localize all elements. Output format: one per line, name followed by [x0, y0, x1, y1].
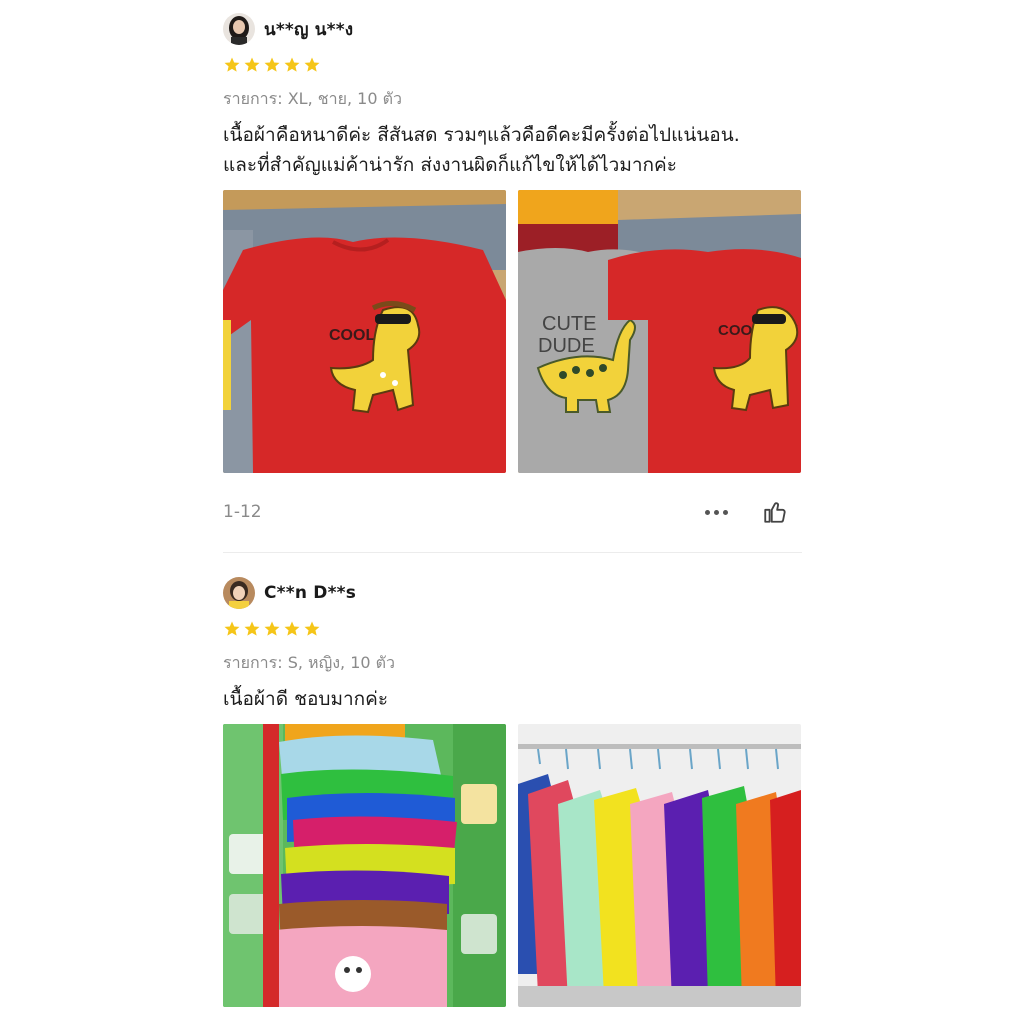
review-card: C**n D**s รายการ: S, หญิง, 10 ตัว เนื้อผ…	[223, 576, 802, 1007]
star-icon	[304, 621, 320, 636]
star-icon	[244, 621, 260, 636]
variation-text: รายการ: XL, ชาย, 10 ตัว	[223, 89, 402, 108]
star-icon	[264, 57, 280, 72]
review-date: 1-12	[223, 502, 262, 522]
comment-line: เนื้อผ้าดี ชอบมากค่ะ	[223, 688, 389, 710]
star-icon	[224, 57, 240, 72]
shirt-print-text: CUTE	[542, 313, 596, 335]
review-photos: COOL BOY CUTE DUDE	[223, 190, 802, 473]
review-photo[interactable]: COOL BOY	[223, 190, 506, 473]
thumbs-up-icon[interactable]	[762, 499, 788, 525]
star-icon	[284, 57, 300, 72]
star-icon	[284, 621, 300, 636]
reviews-page: น**ญ น**ง รายการ: XL, ชาย, 10 ตัว เนื้อผ…	[0, 0, 1024, 1024]
review-photos	[223, 724, 802, 1007]
rating-stars	[223, 620, 802, 640]
review-card: น**ญ น**ง รายการ: XL, ชาย, 10 ตัว เนื้อผ…	[223, 12, 802, 527]
review-footer: 1-12	[223, 497, 802, 527]
avatar[interactable]	[223, 13, 255, 45]
reviewer-name: C**n D**s	[264, 583, 357, 603]
comment-line: เนื้อผ้าคือหนาดีค่ะ สีสันสด รวมๆแล้วคือด…	[223, 124, 740, 146]
review-divider	[223, 552, 802, 553]
star-icon	[264, 621, 280, 636]
reviewer-row: น**ญ น**ง	[223, 12, 802, 46]
variation-text: รายการ: S, หญิง, 10 ตัว	[223, 653, 396, 672]
star-icon	[224, 621, 240, 636]
review-photo[interactable]	[518, 724, 801, 1007]
more-options-icon[interactable]	[705, 509, 728, 515]
rating-stars	[223, 56, 802, 76]
review-comment: เนื้อผ้าดี ชอบมากค่ะ	[223, 684, 802, 714]
star-icon	[244, 57, 260, 72]
review-actions	[705, 499, 788, 525]
star-icon	[304, 57, 320, 72]
avatar[interactable]	[223, 577, 255, 609]
review-photo[interactable]: CUTE DUDE COOL BOY	[518, 190, 801, 473]
shirt-print-text: DUDE	[538, 335, 595, 357]
comment-line: และที่สำคัญแม่ค้าน่ารัก ส่งงานผิดก็แก้ไข…	[223, 154, 677, 176]
review-comment: เนื้อผ้าคือหนาดีค่ะ สีสันสด รวมๆแล้วคือด…	[223, 120, 802, 180]
reviewer-name: น**ญ น**ง	[264, 19, 354, 40]
reviewer-row: C**n D**s	[223, 576, 802, 610]
review-photo[interactable]	[223, 724, 506, 1007]
